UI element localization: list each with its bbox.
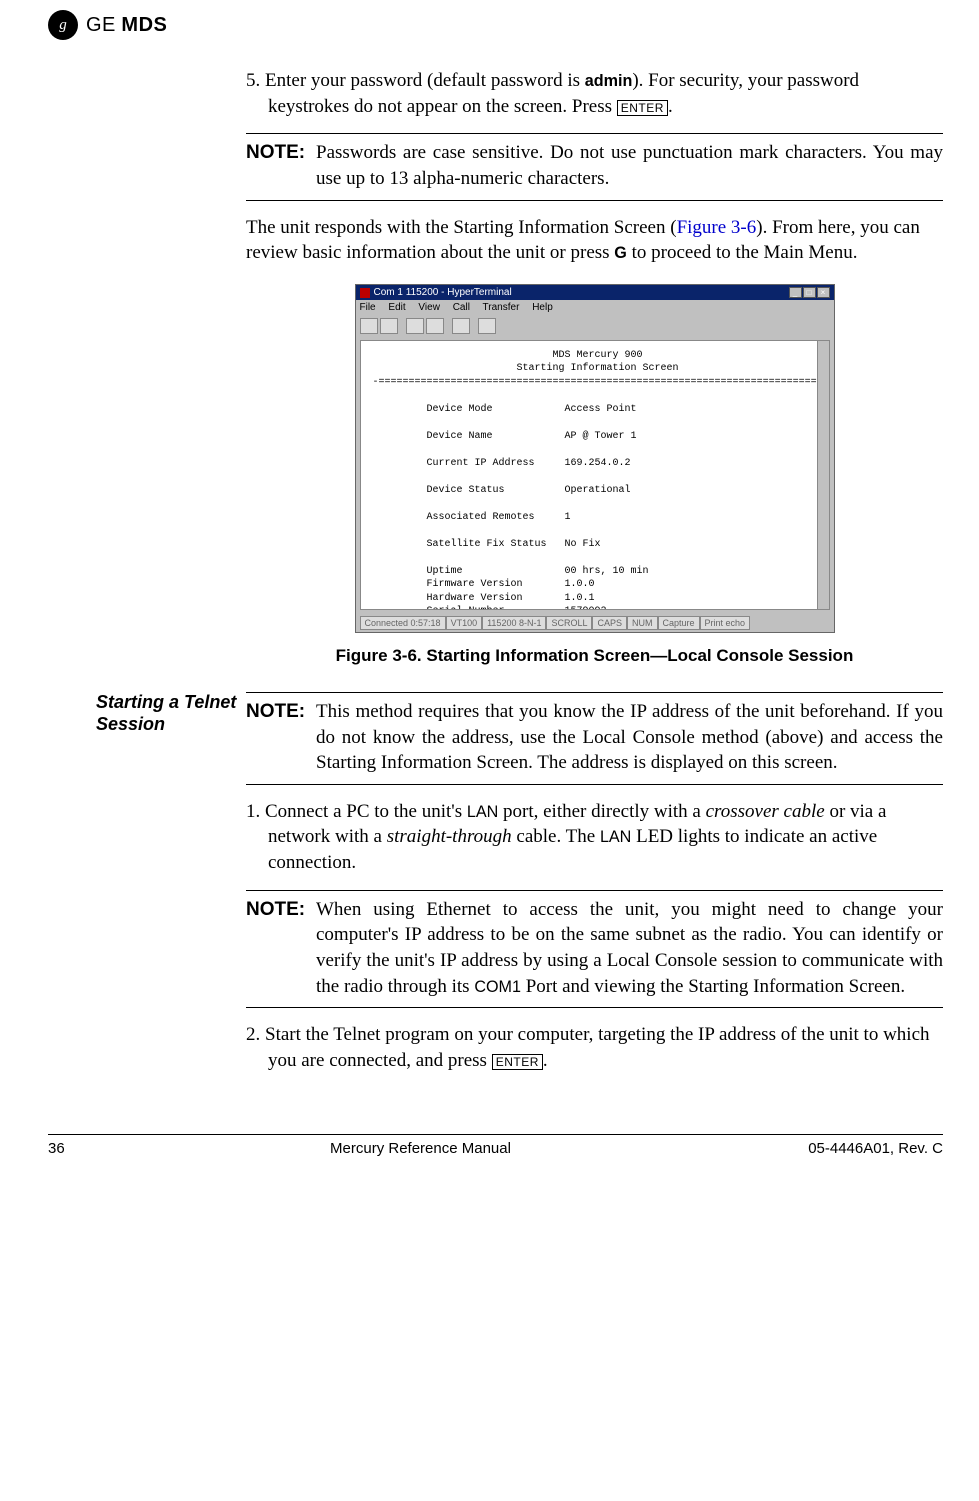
status-baud: 115200 8-N-1 bbox=[482, 616, 546, 630]
lan-label-2: LAN bbox=[600, 828, 631, 846]
lan-label: LAN bbox=[467, 803, 498, 821]
step-1: 1. Connect a PC to the unit's LAN port, … bbox=[246, 799, 943, 876]
step-1-num: 1. bbox=[246, 801, 260, 822]
ge-monogram: g bbox=[59, 15, 67, 35]
tool-icon[interactable] bbox=[360, 318, 378, 334]
menu-transfer[interactable]: Transfer bbox=[483, 302, 520, 313]
note-ethernet: NOTE: When using Ethernet to access the … bbox=[246, 890, 943, 1009]
step-5-num: 5. bbox=[246, 70, 260, 91]
default-password: admin bbox=[585, 72, 633, 90]
crossover-cable: crossover cable bbox=[706, 801, 825, 822]
app-icon bbox=[360, 288, 370, 298]
status-connected: Connected 0:57:18 bbox=[360, 616, 446, 630]
key-g: G bbox=[614, 244, 627, 262]
figure-link[interactable]: Figure 3-6 bbox=[677, 217, 757, 238]
page-footer: 36 Mercury Reference Manual 05-4446A01, … bbox=[48, 1139, 943, 1159]
menu-view[interactable]: View bbox=[418, 302, 440, 313]
doc-id: 05-4446A01, Rev. C bbox=[743, 1139, 943, 1159]
tool-icon[interactable] bbox=[406, 318, 424, 334]
note-body: Passwords are case sensitive. Do not use… bbox=[316, 140, 943, 191]
step-1-a: Connect a PC to the unit's bbox=[265, 801, 467, 822]
page-number: 36 bbox=[48, 1139, 98, 1159]
tool-icon[interactable] bbox=[478, 318, 496, 334]
minimize-icon[interactable]: _ bbox=[789, 287, 802, 298]
scrollbar[interactable] bbox=[817, 341, 829, 609]
enter-key: ENTER bbox=[492, 1054, 543, 1070]
resp-a: The unit responds with the Starting Info… bbox=[246, 217, 677, 238]
statusbar: Connected 0:57:18 VT100 115200 8-N-1 SCR… bbox=[356, 614, 834, 632]
note-body: This method requires that you know the I… bbox=[316, 699, 943, 776]
straight-through: straight-through bbox=[387, 826, 512, 847]
hyperterminal-window: Com 1 115200 - HyperTerminal _ □ × File … bbox=[355, 284, 835, 633]
step-5: 5. Enter your password (default password… bbox=[246, 68, 943, 119]
resp-c: to proceed to the Main Menu. bbox=[627, 242, 858, 263]
step-1-d: cable. The bbox=[512, 826, 600, 847]
toolbar bbox=[356, 316, 834, 336]
tool-icon[interactable] bbox=[452, 318, 470, 334]
step-2-b: . bbox=[543, 1050, 548, 1071]
menu-edit[interactable]: Edit bbox=[388, 302, 405, 313]
step-2-a: Start the Telnet program on your compute… bbox=[265, 1024, 930, 1071]
note-body: When using Ethernet to access the unit, … bbox=[316, 897, 943, 1000]
manual-title: Mercury Reference Manual bbox=[98, 1139, 743, 1159]
response-para: The unit responds with the Starting Info… bbox=[246, 215, 943, 266]
menu-help[interactable]: Help bbox=[532, 302, 553, 313]
note-telnet-ip: NOTE: This method requires that you know… bbox=[246, 692, 943, 785]
step-2-num: 2. bbox=[246, 1024, 260, 1045]
margin-heading-telnet: Starting a Telnet Session bbox=[96, 692, 276, 735]
step-2: 2. Start the Telnet program on your comp… bbox=[246, 1022, 943, 1073]
ge-logo-icon: g bbox=[48, 10, 78, 40]
com1-label: COM1 bbox=[474, 978, 521, 996]
status-num: NUM bbox=[627, 616, 658, 630]
menubar[interactable]: File Edit View Call Transfer Help bbox=[356, 300, 834, 316]
brand-mds: MDS bbox=[121, 14, 167, 36]
brand: GE MDS bbox=[86, 12, 167, 39]
step-1-b: port, either directly with a bbox=[498, 801, 705, 822]
status-caps: CAPS bbox=[592, 616, 627, 630]
window-titlebar: Com 1 115200 - HyperTerminal _ □ × bbox=[356, 285, 834, 301]
step-5-c: . bbox=[668, 96, 673, 117]
footer-rule bbox=[48, 1134, 943, 1135]
tool-icon[interactable] bbox=[380, 318, 398, 334]
brand-ge: GE bbox=[86, 14, 116, 36]
status-printecho: Print echo bbox=[700, 616, 751, 630]
menu-file[interactable]: File bbox=[360, 302, 376, 313]
tool-icon[interactable] bbox=[426, 318, 444, 334]
status-vt: VT100 bbox=[446, 616, 483, 630]
menu-call[interactable]: Call bbox=[453, 302, 470, 313]
step-5-a: Enter your password (default password is bbox=[265, 70, 585, 91]
note3-b: Port and viewing the Starting Informatio… bbox=[521, 976, 905, 997]
close-icon[interactable]: × bbox=[817, 287, 830, 298]
status-scroll: SCROLL bbox=[546, 616, 592, 630]
figure-caption: Figure 3-6. Starting Information Screen—… bbox=[246, 645, 943, 668]
note-passwords: NOTE: Passwords are case sensitive. Do n… bbox=[246, 133, 943, 200]
window-title: Com 1 115200 - HyperTerminal bbox=[374, 286, 512, 300]
status-capture: Capture bbox=[658, 616, 700, 630]
maximize-icon[interactable]: □ bbox=[803, 287, 816, 298]
terminal-output: MDS Mercury 900 Starting Information Scr… bbox=[360, 340, 830, 610]
note-label: NOTE: bbox=[246, 897, 308, 1000]
note-label: NOTE: bbox=[246, 140, 308, 191]
enter-key: ENTER bbox=[617, 100, 668, 116]
page-header: g GE MDS bbox=[48, 10, 943, 40]
